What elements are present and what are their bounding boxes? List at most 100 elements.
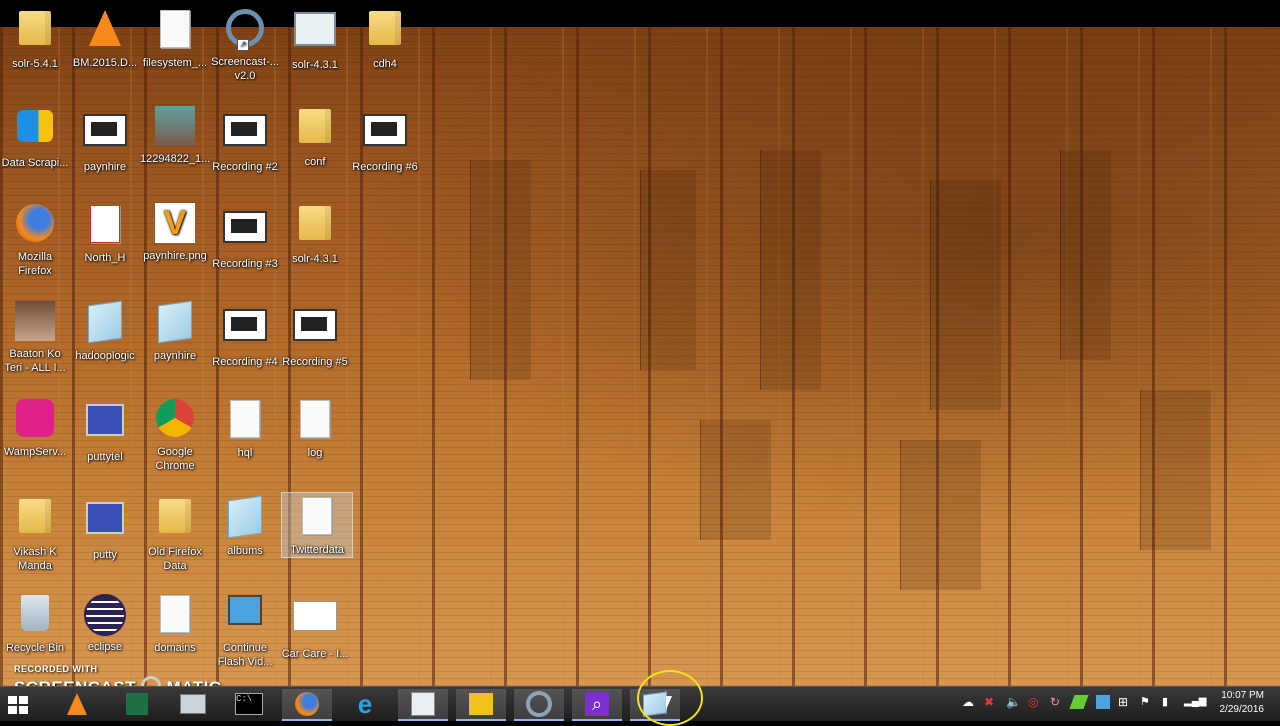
desktop-icon-label: North_H (84, 252, 126, 264)
desktop-icon-label: Recording #4 (212, 356, 278, 368)
firefox-icon (13, 204, 57, 248)
desktop-icon-recording-3[interactable]: Recording #3 (210, 201, 280, 271)
desktop-icon-putty[interactable]: putty (70, 494, 140, 562)
desktop-icon-eclipse[interactable]: eclipse (70, 591, 140, 654)
putty-icon (83, 502, 127, 546)
desktop-icon-log[interactable]: log (280, 396, 350, 460)
desktop-icon-mozilla-firefox[interactable]: Mozilla Firefox (0, 201, 70, 278)
windows-flag-icon[interactable]: ⊞ (1118, 695, 1132, 709)
desktop-icon-recording-4[interactable]: Recording #4 (210, 299, 280, 369)
video-icon (363, 114, 407, 158)
desktop-icon-label: Mozilla Firefox (17, 251, 53, 277)
desktop-icon-hql[interactable]: hql (210, 396, 280, 460)
desktop-icon-domains[interactable]: domains (140, 591, 210, 655)
desktop-icon-recording-5[interactable]: Recording #5 (280, 299, 350, 369)
desktop-icon-label: Recording #6 (352, 161, 418, 173)
desktop-icon-label: Baaton Ko Teri - ALL I... (4, 348, 66, 374)
cloud-icon[interactable]: ☁ (962, 695, 976, 709)
sync-icon[interactable]: ↻ (1050, 695, 1064, 709)
desktop-icon-paynhire-text[interactable]: paynhire (140, 299, 210, 363)
desktop-icon-label: paynhire (153, 350, 197, 362)
file-manager-icon[interactable] (456, 689, 506, 721)
nvidia-icon[interactable] (1069, 695, 1089, 709)
desktop-icon-photo[interactable]: 12294822_1... (140, 104, 210, 166)
desktop-icon-label: Vikash K Manda (13, 546, 57, 572)
folder-icon (293, 109, 337, 153)
desktop-icon-label: solr-5.4.1 (12, 58, 58, 70)
desktop-icon-albums[interactable]: albums (210, 494, 280, 558)
desktop-icon-puttytel[interactable]: puttytel (70, 396, 140, 464)
desktop-icon-continue-flash-video[interactable]: Continue Flash Vid... (210, 591, 280, 669)
action-center-icon[interactable]: ⚑ (1140, 695, 1154, 709)
desktop-icon-label: BM.2015.D... (72, 57, 138, 69)
user-folder-icon (13, 499, 57, 543)
document-icon (153, 10, 197, 54)
antivirus-icon[interactable]: ◎ (1028, 695, 1042, 709)
desktop-icon-label: filesystem_... (142, 57, 208, 69)
watermark-line1: RECORDED WITH (14, 664, 98, 674)
desktop-icon-google-chrome[interactable]: Google Chrome (140, 396, 210, 473)
desktop-icon-paynhire-video[interactable]: paynhire (70, 104, 140, 174)
desktop-icon-data-scraping[interactable]: Data Scrapi... (0, 104, 70, 170)
desktop-icon-baaton-ko-teri[interactable]: Baaton Ko Teri - ALL I... (0, 299, 70, 375)
desktop-icon-cdh4[interactable]: cdh4 (350, 6, 420, 71)
video-icon (13, 301, 57, 345)
firefox-icon[interactable] (282, 689, 332, 721)
search-app-icon[interactable]: ⌕ (572, 689, 622, 721)
notepad-icon (153, 300, 197, 347)
start-icon[interactable] (8, 696, 28, 714)
desktop-icon-vikash-k-manda[interactable]: Vikash K Manda (0, 494, 70, 573)
desktop-icon-paynhire-png[interactable]: V paynhire.png (140, 201, 210, 263)
video-icon (223, 309, 267, 353)
desktop-icon-recording-2[interactable]: Recording #2 (210, 104, 280, 174)
desktop-icon-screencast[interactable]: ↗ Screencast-... v2.0 (210, 6, 280, 83)
video-icon (83, 114, 127, 158)
desktop-icon-old-firefox-data[interactable]: Old Firefox Data (140, 494, 210, 573)
desktop-icon-wampserver[interactable]: WampServ... (0, 396, 70, 459)
desktop-icon-label: Screencast-... v2.0 (211, 56, 279, 82)
printer-icon[interactable] (168, 689, 218, 719)
video-icon (223, 114, 267, 158)
mouse-cursor-icon (666, 696, 678, 710)
desktop-icon-label: hql (237, 447, 253, 459)
desktop-icon-north-h[interactable]: North_H (70, 201, 140, 265)
desktop-icon-recording-6[interactable]: Recording #6 (350, 104, 420, 174)
desktop-icon-label: puttytel (87, 451, 123, 463)
desktop-icon-label: Recycle Bin (5, 642, 65, 654)
vlc-icon (83, 10, 127, 54)
desktop-icon-bm-2015[interactable]: BM.2015.D... (70, 6, 140, 70)
desktop-icon-recycle-bin[interactable]: Recycle Bin (0, 591, 70, 655)
desktop-icon-label: albums (227, 545, 263, 557)
desktop-icon-twitterdata[interactable]: Twitterdata (281, 492, 353, 558)
tool-icon[interactable]: ✖ (984, 695, 998, 709)
wampserver-icon (13, 399, 57, 443)
internet-explorer-icon[interactable]: e (340, 689, 390, 719)
desktop-icon-label: conf (304, 156, 326, 168)
desktop-icon-conf[interactable]: conf (280, 104, 350, 169)
speaker-icon[interactable]: 🔈 (1006, 695, 1021, 709)
desktop-icon-label: Car Care - I... (281, 648, 349, 660)
system-clock[interactable]: 10:07 PM 2/29/2016 (1220, 689, 1265, 717)
desktop-icon-filesystem[interactable]: filesystem_... (140, 6, 210, 70)
desktop-icon-label: domains (154, 642, 196, 654)
desktop-icon-solr-4-3-1-folder[interactable]: solr-4.3.1 (280, 201, 350, 266)
document-icon (153, 595, 197, 639)
desktop-icon-solr-5-4-1[interactable]: solr-5.4.1 (0, 6, 70, 71)
document-icon (223, 400, 267, 444)
desktop-icon-label: paynhire.png (143, 250, 207, 262)
command-prompt-icon[interactable]: C:\ (224, 689, 274, 719)
task-manager-icon[interactable] (398, 689, 448, 721)
desktop-icon-hadooplogic[interactable]: hadooplogic (70, 299, 140, 363)
desktop-icon-car-care[interactable]: Car Care - I... (280, 591, 350, 661)
desktop-icon-solr-4-3-1-window[interactable]: solr-4.3.1 (280, 6, 350, 72)
desktop-icon-label: Recording #5 (282, 356, 348, 368)
network-icon[interactable] (1096, 695, 1110, 709)
excel-icon[interactable] (112, 689, 162, 719)
signal-bars-icon[interactable]: ▂▄▆ (1184, 695, 1206, 709)
video-icon (223, 211, 267, 255)
screencast-icon[interactable] (514, 689, 564, 721)
vlc-icon[interactable] (52, 689, 102, 719)
desktop-icon-label: Old Firefox Data (148, 546, 202, 572)
battery-icon[interactable]: ▮ (1162, 695, 1176, 709)
image-icon: V (153, 203, 197, 247)
